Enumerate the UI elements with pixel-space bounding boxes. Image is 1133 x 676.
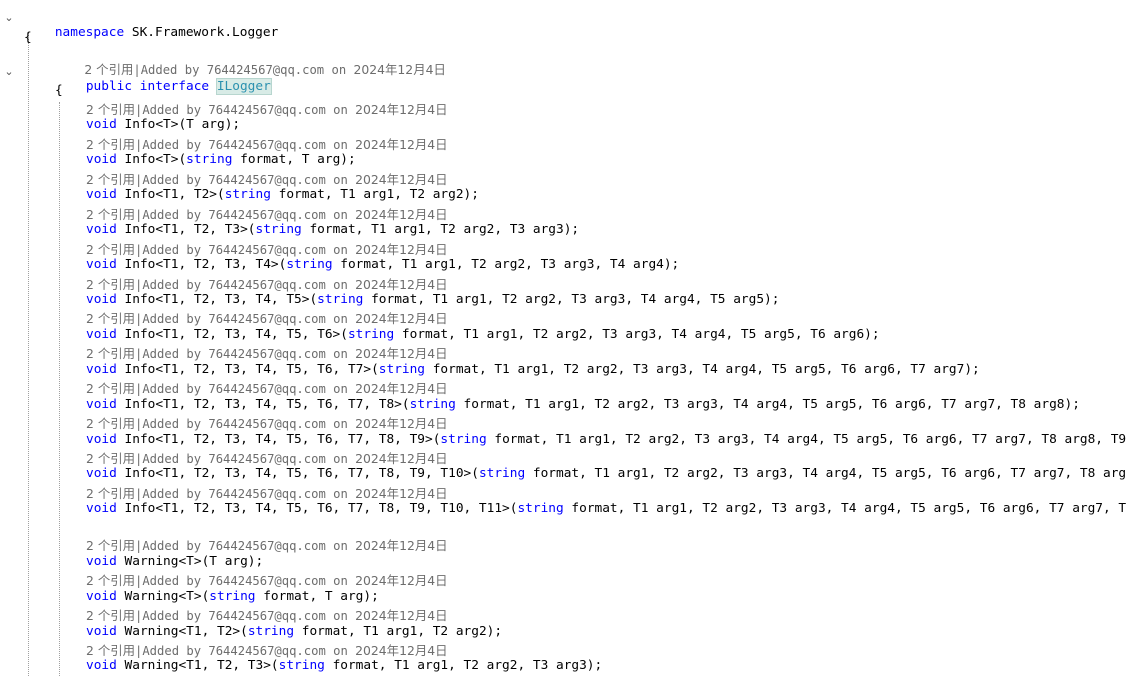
brace-open: { xyxy=(55,83,63,98)
chevron-down-icon[interactable]: ⌄ xyxy=(2,11,16,25)
method-declaration: void Warning<T>(string format, T arg); xyxy=(86,588,379,604)
lens-date: 2024年12月4日 xyxy=(355,171,448,187)
references-link[interactable]: 2 个引用 xyxy=(86,451,135,466)
lens-author: Added by 764424567@qq.com on xyxy=(142,103,356,117)
lens-author: Added by 764424567@qq.com on xyxy=(142,137,356,152)
code-lens[interactable]: 2 个引用|Added by 764424567@qq.com on 2024年… xyxy=(86,484,448,502)
lens-author: Added by 764424567@qq.com on xyxy=(142,574,356,589)
lens-date: 2024年12月4日 xyxy=(355,311,448,327)
chevron-down-icon[interactable]: ⌄ xyxy=(2,65,16,79)
code-lens[interactable]: 2 个引用|Added by 764424567@qq.com on 2024年… xyxy=(86,309,448,327)
interface-keyword: interface xyxy=(139,79,210,94)
references-link[interactable]: 2 个引用 xyxy=(86,608,135,623)
code-lens[interactable]: 2 个引用|Added by 764424567@qq.com on 2024年… xyxy=(86,344,448,362)
method-declaration: void Info<T1, T2, T3, T4, T5, T6, T7, T8… xyxy=(86,431,1127,447)
lens-date: 2024年12月4日 xyxy=(355,381,448,397)
code-lens[interactable]: 2 个引用|Added by 764424567@qq.com on 2024年… xyxy=(86,170,448,188)
code-lens[interactable]: 2 个引用|Added by 764424567@qq.com on 2024年… xyxy=(86,135,448,153)
lens-date: 2024年12月4日 xyxy=(355,241,448,257)
references-link[interactable]: 2 个引用 xyxy=(86,643,135,658)
references-link[interactable]: 2 个引用 xyxy=(86,311,135,326)
method-declaration: void Info<T1, T2, T3>(string format, T1 … xyxy=(86,222,580,238)
lens-date: 2024年12月4日 xyxy=(355,416,448,432)
code-lens[interactable]: 2 个引用|Added by 764424567@qq.com on 2024年… xyxy=(86,449,448,467)
references-link[interactable]: 2 个引用 xyxy=(86,346,135,361)
references-link[interactable]: 2 个引用 xyxy=(86,102,135,117)
method-declaration: void Info<T1, T2>(string format, T1 arg1… xyxy=(86,187,479,203)
indent-guide xyxy=(28,32,29,676)
method-declaration: void Info<T1, T2, T3, T4, T5, T6, T7, T8… xyxy=(86,396,1080,412)
code-lens[interactable]: 2 个引用|Added by 764424567@qq.com on 2024年… xyxy=(86,571,448,589)
code-lens[interactable]: 2 个引用|Added by 764424567@qq.com on 2024年… xyxy=(86,240,448,258)
method-declaration: void Info<T1, T2, T3, T4, T5>(string for… xyxy=(86,291,780,307)
lens-author: Added by 764424567@qq.com on xyxy=(142,172,356,187)
lens-author: Added by 764424567@qq.com on xyxy=(142,486,356,501)
lens-date: 2024年12月4日 xyxy=(355,102,448,117)
code-lens[interactable]: 2 个引用|Added by 764424567@qq.com on 2024年… xyxy=(86,205,448,223)
method-declaration: void Info<T>(string format, T arg); xyxy=(86,152,356,168)
references-link[interactable]: 2 个引用 xyxy=(86,207,135,222)
references-link[interactable]: 2 个引用 xyxy=(86,416,135,431)
method-declaration: void Info<T1, T2, T3, T4, T5, T6, T7, T8… xyxy=(86,501,1127,517)
method-declaration: void Warning<T1, T2, T3>(string format, … xyxy=(86,658,603,674)
references-link[interactable]: 2 个引用 xyxy=(86,538,135,553)
method-declaration: void Warning<T>(T arg); xyxy=(86,553,264,569)
lens-date: 2024年12月4日 xyxy=(355,136,448,152)
lens-author: Added by 764424567@qq.com on xyxy=(142,277,356,292)
lens-author: Added by 764424567@qq.com on xyxy=(142,207,356,222)
lens-author: Added by 764424567@qq.com on xyxy=(142,312,356,327)
namespace-keyword: namespace xyxy=(54,25,125,40)
code-lens[interactable]: 2 个引用|Added by 764424567@qq.com on 2024年… xyxy=(86,536,448,554)
method-declaration: void Info<T>(T arg); xyxy=(86,117,241,133)
references-link[interactable]: 2 个引用 xyxy=(86,573,135,588)
code-lens[interactable]: 2 个引用|Added by 764424567@qq.com on 2024年… xyxy=(86,275,448,293)
references-link[interactable]: 2 个引用 xyxy=(86,137,135,152)
lens-date: 2024年12月4日 xyxy=(355,451,448,466)
method-declaration: void Info<T1, T2, T3, T4, T5, T6>(string… xyxy=(86,326,880,342)
indent-guide xyxy=(59,102,60,676)
lens-author: Added by 764424567@qq.com on xyxy=(142,382,356,397)
method-declaration: void Info<T1, T2, T3, T4, T5, T6, T7, T8… xyxy=(86,466,1127,482)
lens-date: 2024年12月4日 xyxy=(355,538,448,554)
references-link[interactable]: 2 个引用 xyxy=(86,242,135,257)
lens-date: 2024年12月4日 xyxy=(355,276,448,292)
references-link[interactable]: 2 个引用 xyxy=(86,277,135,292)
lens-date: 2024年12月4日 xyxy=(355,608,448,624)
references-link[interactable]: 2 个引用 xyxy=(86,381,135,396)
references-link[interactable]: 2 个引用 xyxy=(86,486,135,501)
lens-date: 2024年12月4日 xyxy=(355,573,448,589)
code-editor[interactable]: ⌄ ⌄ namespace SK.Framework.Logger { 2 个引… xyxy=(0,0,1133,676)
code-lens[interactable]: 2 个引用|Added by 764424567@qq.com on 2024年… xyxy=(86,606,448,624)
lens-date: 2024年12月4日 xyxy=(355,206,448,222)
public-keyword: public xyxy=(85,79,133,94)
lens-author: Added by 764424567@qq.com on xyxy=(142,417,356,432)
code-lens[interactable]: 2 个引用|Added by 764424567@qq.com on 2024年… xyxy=(86,100,448,118)
lens-author: Added by 764424567@qq.com on xyxy=(142,242,356,257)
method-declaration: void Warning<T1, T2>(string format, T1 a… xyxy=(86,623,503,639)
references-link[interactable]: 2 个引用 xyxy=(86,172,135,187)
lens-author: Added by 764424567@qq.com on xyxy=(142,452,356,466)
lens-date: 2024年12月4日 xyxy=(355,346,448,362)
lens-author: Added by 764424567@qq.com on xyxy=(142,643,356,658)
code-lens[interactable]: 2 个引用|Added by 764424567@qq.com on 2024年… xyxy=(86,641,448,659)
code-lens[interactable]: 2 个引用|Added by 764424567@qq.com on 2024年… xyxy=(86,414,448,432)
method-declaration: void Info<T1, T2, T3, T4>(string format,… xyxy=(86,257,680,273)
method-declaration: void Info<T1, T2, T3, T4, T5, T6, T7>(st… xyxy=(86,361,980,377)
code-lens[interactable]: 2 个引用|Added by 764424567@qq.com on 2024年… xyxy=(86,379,448,397)
lens-date: 2024年12月4日 xyxy=(355,485,448,501)
lens-author: Added by 764424567@qq.com on xyxy=(142,347,356,362)
namespace-name: SK.Framework.Logger xyxy=(131,25,279,40)
lens-author: Added by 764424567@qq.com on xyxy=(142,609,356,624)
brace-open: { xyxy=(24,30,32,45)
lens-author: Added by 764424567@qq.com on xyxy=(142,539,356,554)
lens-date: 2024年12月4日 xyxy=(353,62,446,77)
interface-name[interactable]: ILogger xyxy=(215,78,272,95)
lens-date: 2024年12月4日 xyxy=(355,642,448,658)
